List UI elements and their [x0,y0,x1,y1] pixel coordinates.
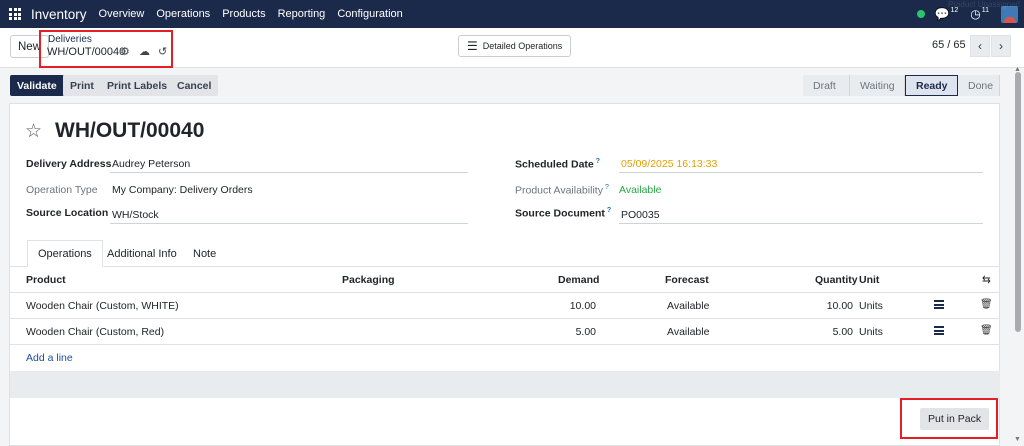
stage-done[interactable]: Done [958,75,1000,96]
record-title: WH/OUT/00040 [55,119,205,142]
pager-previous-button[interactable]: ‹ [970,35,990,57]
row-unit: Units [859,326,883,338]
delivery-address-underline [110,172,468,173]
clock-icon: ◷ [970,7,981,21]
source-document-underline [619,223,983,224]
breadcrumb-current: WH/OUT/00040 [47,46,126,58]
print-labels-button[interactable]: Print Labels [100,75,175,96]
app-name[interactable]: Inventory [31,7,87,22]
scroll-thumb[interactable] [1015,72,1021,332]
row-unit: Units [859,300,883,312]
menu-configuration[interactable]: Configuration [337,8,402,20]
row-forecast: Available [667,300,710,312]
row-demand[interactable]: 10.00 [550,300,596,312]
menu-operations[interactable]: Operations [156,8,210,20]
star-favorite-icon[interactable]: ☆ [25,120,42,143]
tab-operations[interactable]: Operations [27,240,103,267]
apps-menu-icon[interactable] [9,8,21,20]
col-product[interactable]: Product [26,274,66,286]
operations-table-header: Product Packaging Demand Forecast Quanti… [10,267,1000,293]
cancel-button[interactable]: Cancel [170,75,219,96]
vertical-scrollbar[interactable]: ▲ ▼ [1014,66,1022,446]
row-demand[interactable]: 5.00 [550,326,596,338]
table-row[interactable]: Wooden Chair (Custom, WHITE) 10.00 Avail… [10,293,1000,319]
row-product[interactable]: Wooden Chair (Custom, WHITE) [26,300,179,312]
scroll-down-icon[interactable]: ▼ [1014,436,1021,443]
chat-icon: 💬 [934,7,950,21]
table-footer-band [10,371,1000,398]
col-forecast[interactable]: Forecast [665,274,709,286]
menu-products[interactable]: Products [222,8,265,20]
product-availability-value: Available [619,184,662,196]
add-a-line-link[interactable]: Add a line [26,352,73,364]
messages-button[interactable]: 💬 12 [934,7,958,22]
scheduled-date-field[interactable]: 05/09/2025 16:13:33 [621,158,717,170]
col-packaging[interactable]: Packaging [342,274,395,286]
ghost-overlay-text: Product Unassigned [947,0,1020,9]
stage-ready[interactable]: Ready [905,75,958,96]
source-document-field[interactable]: PO0035 [621,209,660,221]
source-location-field[interactable]: WH/Stock [112,209,159,221]
cloud-save-icon[interactable]: ☁ [139,45,150,58]
col-demand[interactable]: Demand [558,274,599,286]
breadcrumb-parent[interactable]: Deliveries [48,34,92,45]
detailed-list-icon[interactable] [934,326,944,335]
tab-note[interactable]: Note [183,240,226,267]
menu-overview[interactable]: Overview [99,8,145,20]
source-location-label: Source Location [26,207,109,219]
menu-reporting[interactable]: Reporting [278,8,326,20]
delivery-address-field[interactable]: Audrey Peterson [112,158,190,170]
pager-next-button[interactable]: › [991,35,1011,57]
notebook-tabs: Operations Additional Info Note [10,240,1000,267]
tab-additional-info[interactable]: Additional Info [97,240,187,267]
activities-button[interactable]: ◷ 11 [970,7,989,22]
put-in-pack-button[interactable]: Put in Pack [920,408,990,430]
product-availability-label: Product Availability? [515,184,609,197]
source-location-underline [110,223,468,224]
gear-icon[interactable]: ⚙ [120,45,130,58]
trash-icon[interactable]: 🗑 [980,325,993,336]
detailed-list-icon[interactable] [934,300,944,309]
col-quantity[interactable]: Quantity [815,274,858,286]
print-button[interactable]: Print [63,75,101,96]
source-document-label: Source Document? [515,207,612,220]
detailed-operations-label: Detailed Operations [482,41,563,51]
trash-icon[interactable]: 🗑 [980,299,993,310]
row-quantity[interactable]: 10.00 [810,300,853,312]
validate-button[interactable]: Validate [10,75,64,96]
control-panel: New Deliveries WH/OUT/00040 ⚙ ☁ ↺ ☰ Deta… [0,28,1024,68]
avatar-figure [1003,16,1016,23]
detailed-operations-button[interactable]: ☰ Detailed Operations [458,35,572,57]
stage-draft[interactable]: Draft [803,75,850,96]
action-bar: Validate Print Print Labels Cancel Draft… [0,68,1024,104]
column-settings-icon[interactable]: ⇆ [982,274,991,286]
col-unit[interactable]: Unit [859,274,879,286]
chevron-right-icon: › [999,39,1003,53]
chevron-left-icon: ‹ [978,39,982,53]
discard-undo-icon[interactable]: ↺ [158,45,167,58]
operation-type-field: My Company: Delivery Orders [112,184,253,196]
row-forecast: Available [667,326,710,338]
hamburger-icon: ☰ [467,39,478,53]
delivery-address-label: Delivery Address [26,158,112,170]
top-navbar: Inventory Overview Operations Products R… [0,0,1024,28]
row-quantity[interactable]: 5.00 [810,326,853,338]
scheduled-date-label: Scheduled Date? [515,158,601,171]
presence-status-icon [917,10,926,18]
row-product[interactable]: Wooden Chair (Custom, Red) [26,326,164,338]
pager-value[interactable]: 65 / 65 [932,39,966,51]
table-row[interactable]: Wooden Chair (Custom, Red) 5.00 Availabl… [10,319,1000,345]
scheduled-date-underline [619,172,983,173]
stage-waiting[interactable]: Waiting [850,75,905,96]
operation-type-label: Operation Type [26,184,98,196]
status-bar: Draft Waiting Ready Done [803,75,1000,96]
